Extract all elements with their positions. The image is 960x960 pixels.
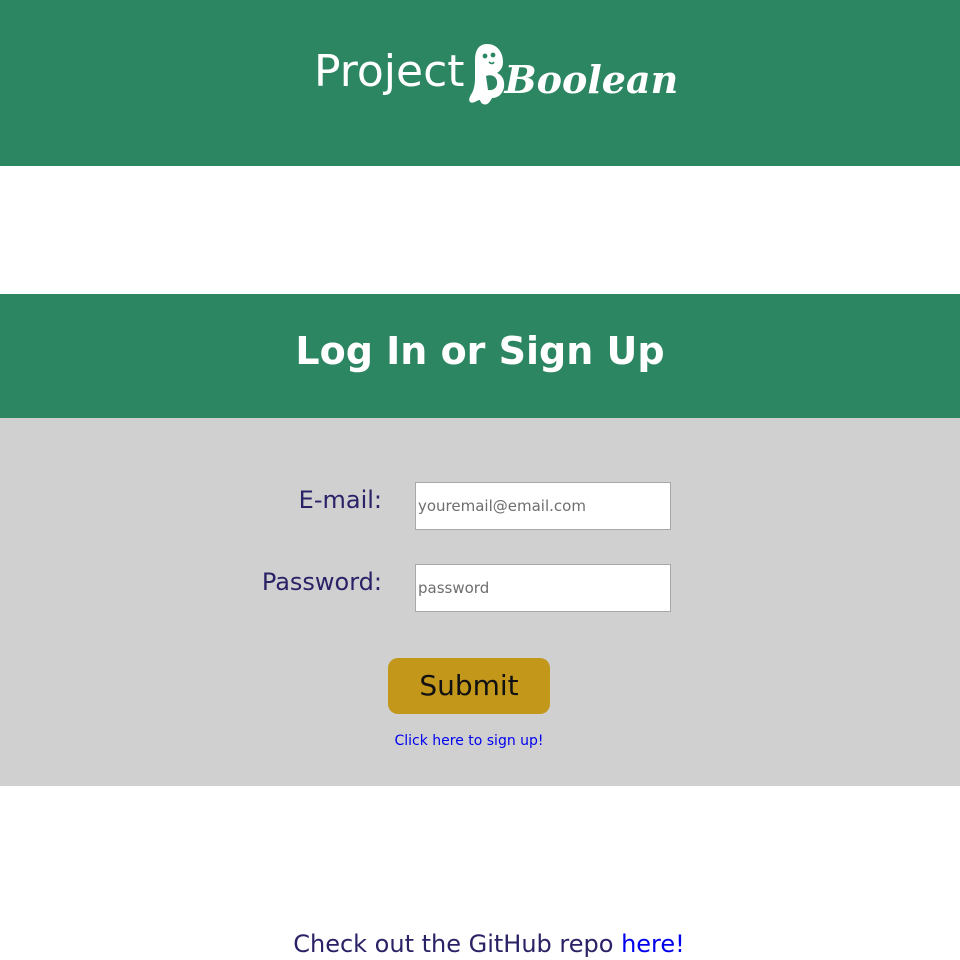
- ghost-icon: [468, 44, 504, 105]
- email-label: E-mail:: [298, 486, 382, 514]
- submit-button[interactable]: Submit: [388, 658, 550, 714]
- email-field[interactable]: [415, 482, 671, 530]
- project-boolean-logo: Project Boolean: [314, 44, 678, 114]
- footer-text: Check out the GitHub repo: [293, 930, 622, 958]
- password-field[interactable]: [415, 564, 671, 612]
- github-repo-link[interactable]: here!: [621, 930, 685, 958]
- logo-word-boolean: Boolean: [504, 57, 679, 102]
- password-label: Password:: [261, 568, 382, 596]
- logo-word-project: Project: [314, 46, 465, 97]
- sign-up-link[interactable]: Click here to sign up!: [0, 731, 938, 751]
- footer: Check out the GitHub repo here!: [0, 928, 960, 960]
- page: Project Boolean Log In or Sign Up E-mail…: [0, 0, 960, 960]
- page-title: Log In or Sign Up: [295, 329, 665, 373]
- logo-ghost-word: Boolean: [467, 40, 679, 108]
